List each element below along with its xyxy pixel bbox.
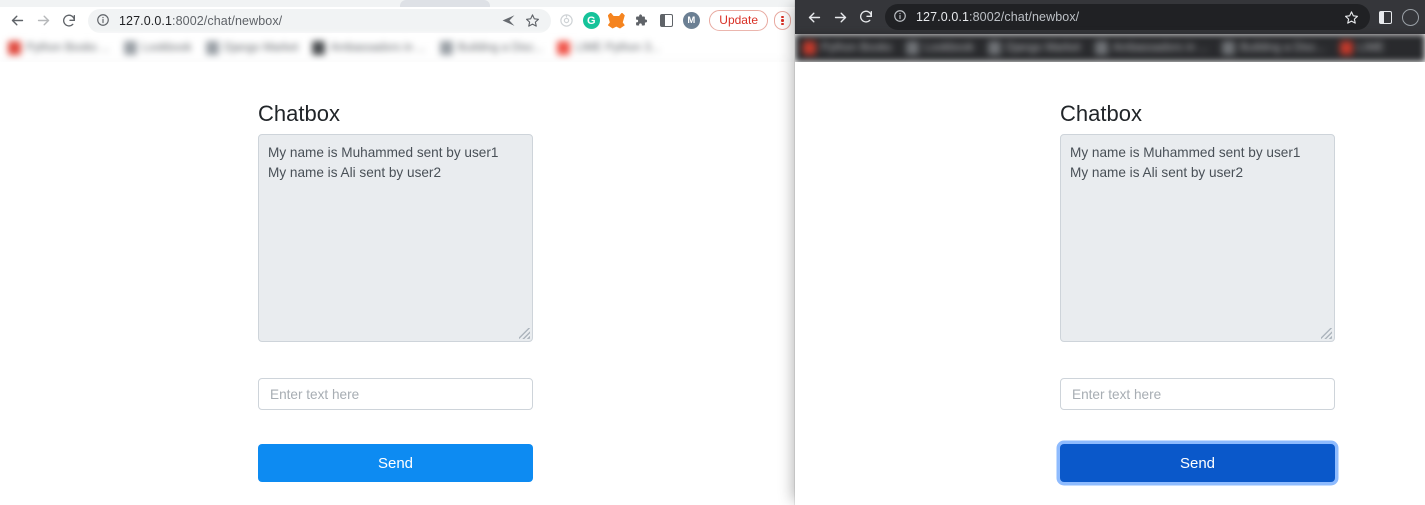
bookmarks-bar-left: Python Books ... Lookbook Django Market … [0,34,795,62]
page-title: Chatbox [1060,101,1142,126]
side-panel-icon[interactable] [655,10,677,32]
bookmark-item[interactable]: Lookbook [905,41,974,55]
page-viewport-left: Chatbox My name is Muhammed sent by user… [0,62,795,505]
chat-message: My name is Ali sent by user2 [1070,165,1244,180]
browser-window-right: 127.0.0.1:8002/chat/newbox/ Python Books… [795,0,1425,505]
reload-icon[interactable] [56,8,82,34]
address-bar-left[interactable]: 127.0.0.1:8002/chat/newbox/ [88,8,552,33]
bookmark-label: Lookbook [923,42,974,54]
forward-icon[interactable] [827,4,853,30]
browser-toolbar-left: 127.0.0.1:8002/chat/newbox/ G M Update [0,7,795,34]
page-viewport-right: Chatbox My name is Muhammed sent by user… [795,62,1425,505]
update-button[interactable]: Update [709,10,768,31]
page-title: Chatbox [258,101,340,126]
extension-icons-right [1374,6,1425,28]
back-icon[interactable] [4,8,30,34]
bookmark-label: Python Books [821,42,892,54]
info-circle-icon[interactable] [893,9,909,25]
bookmark-label: Building a Disc... [1239,42,1326,54]
bookmark-item[interactable]: Ambassadors in ... [312,41,426,55]
grammarly-icon[interactable]: G [580,10,602,32]
address-bar-right[interactable]: 127.0.0.1:8002/chat/newbox/ [885,4,1370,30]
chat-messages-area[interactable]: My name is Muhammed sent by user1 My nam… [258,134,533,342]
side-panel-icon[interactable] [1374,6,1396,28]
bookmark-label: Ambassadors in ... [1112,42,1208,54]
bookmark-item[interactable]: Python Books [803,41,892,55]
bookmark-item[interactable]: Django Market [205,41,299,55]
share-icon[interactable] [497,10,519,32]
textarea-resize-grip[interactable] [519,328,530,339]
address-bar-url-right: 127.0.0.1:8002/chat/newbox/ [916,10,1340,24]
reload-icon[interactable] [853,4,879,30]
extensions-puzzle-icon[interactable] [630,10,652,32]
bookmark-star-icon[interactable] [1340,6,1362,28]
bookmark-label: LIME Python 3... [575,42,661,54]
url-host: 127.0.0.1 [119,13,173,28]
chat-message: My name is Muhammed sent by user1 [268,145,499,160]
grammarly-letter: G [582,12,600,29]
chat-messages-area[interactable]: My name is Muhammed sent by user1 My nam… [1060,134,1335,342]
screenshot-stage: 127.0.0.1:8002/chat/newbox/ G M Update P… [0,0,1425,505]
bookmark-item[interactable]: Python Books ... [8,41,110,55]
profile-avatar[interactable] [1399,6,1421,28]
send-button[interactable]: Send [1060,444,1335,482]
browser-toolbar-right: 127.0.0.1:8002/chat/newbox/ [795,0,1425,34]
bookmark-item[interactable]: Building a Disc... [1221,41,1326,55]
omnibox-actions-left [497,10,543,32]
profile-avatar[interactable]: M [680,10,702,32]
bookmark-item[interactable]: LIME [1339,41,1385,55]
send-button[interactable]: Send [258,444,533,482]
message-input[interactable] [1060,378,1335,410]
bookmark-item[interactable]: Building a Disc... [439,41,544,55]
back-icon[interactable] [801,4,827,30]
chrome-menu-icon[interactable] [774,11,791,30]
bookmark-label: Ambassadors in ... [330,42,426,54]
avatar-initial: M [682,12,700,29]
omnibox-actions-right [1340,6,1362,28]
browser-tab[interactable] [400,0,490,7]
bookmark-item[interactable]: Lookbook [123,41,192,55]
chat-message: My name is Ali sent by user2 [268,165,442,180]
bookmark-item[interactable]: Django Market [987,41,1081,55]
forward-icon[interactable] [30,8,56,34]
url-host: 127.0.0.1 [916,10,970,24]
bookmark-label: Lookbook [141,42,192,54]
url-path: :8002/chat/newbox/ [172,13,283,28]
textarea-resize-grip[interactable] [1321,328,1332,339]
address-bar-url-left: 127.0.0.1:8002/chat/newbox/ [119,14,497,28]
message-input[interactable] [258,378,533,410]
info-circle-icon[interactable] [96,13,112,29]
browser-window-left: 127.0.0.1:8002/chat/newbox/ G M Update P… [0,0,795,505]
bookmark-label: Django Market [1005,42,1081,54]
target-icon[interactable] [555,10,577,32]
tab-strip-left[interactable] [0,0,795,7]
bookmark-item[interactable]: Ambassadors in ... [1094,41,1208,55]
bookmark-label: Django Market [223,42,299,54]
bookmark-label: LIME [1357,42,1385,54]
url-path: :8002/chat/newbox/ [969,10,1080,24]
extension-icons-left: G M Update [555,10,795,32]
bookmark-item[interactable]: LIME Python 3... [557,41,660,55]
bookmark-label: Building a Disc... [457,42,544,54]
chat-message: My name is Muhammed sent by user1 [1070,145,1301,160]
bookmarks-bar-right: Python Books Lookbook Django Market Amba… [795,34,1425,62]
metamask-fox-icon[interactable] [605,10,627,32]
bookmark-star-icon[interactable] [521,10,543,32]
bookmark-label: Python Books ... [26,42,110,54]
